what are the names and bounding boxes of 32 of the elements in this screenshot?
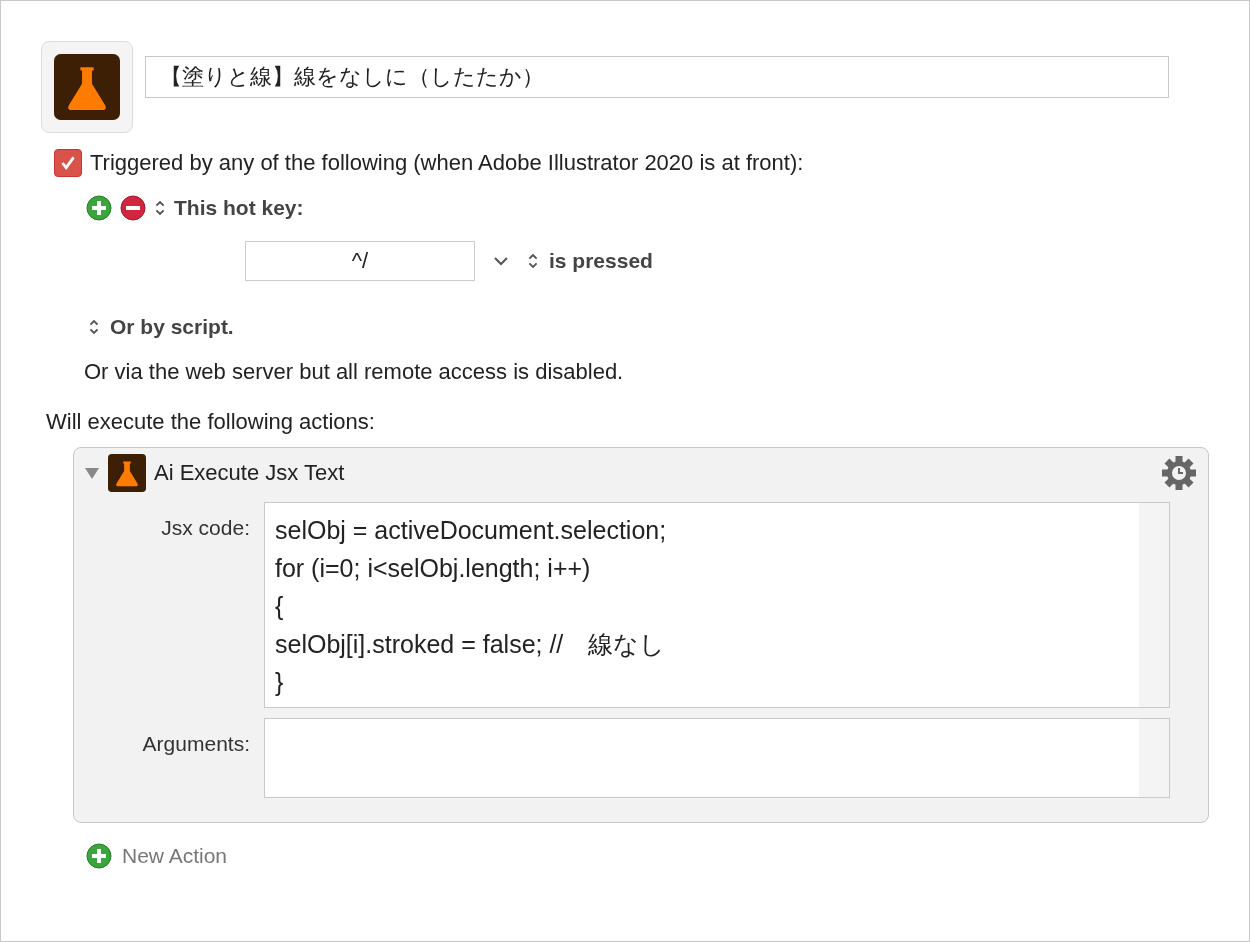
flask-icon bbox=[54, 54, 120, 120]
code-label: Jsx code: bbox=[160, 515, 250, 541]
code-editor[interactable]: selObj = activeDocument.selection; for (i=0; i<selObj.length; i++) { selObj[i].stroked = false; // 線なし } bbox=[264, 502, 1170, 708]
trigger-checkbox[interactable] bbox=[54, 149, 82, 177]
hot-key-field[interactable]: ^/ bbox=[245, 241, 475, 281]
add-icon[interactable] bbox=[86, 195, 112, 221]
code-line: selObj[i].stroked = false; // 線なし bbox=[275, 629, 667, 660]
arguments-field[interactable] bbox=[264, 718, 1170, 798]
code-line: selObj = activeDocument.selection; bbox=[275, 515, 668, 546]
remove-icon[interactable] bbox=[120, 195, 146, 221]
trigger-label: Triggered by any of the following (when Adobe Illustrator 2020 is at front): bbox=[90, 150, 804, 176]
stepper-icon[interactable] bbox=[88, 317, 100, 337]
code-line: { bbox=[275, 591, 285, 622]
code-line: } bbox=[275, 667, 285, 698]
actions-heading: Will execute the following actions: bbox=[45, 408, 376, 435]
flask-icon bbox=[108, 454, 146, 492]
stepper-icon[interactable] bbox=[527, 251, 539, 271]
web-server-note: Or via the web server but all remote access is disabled. bbox=[83, 358, 625, 385]
key-condition-label[interactable]: is pressed bbox=[549, 249, 653, 273]
disclosure-triangle-icon[interactable] bbox=[84, 466, 100, 480]
new-action-link[interactable]: New Action bbox=[122, 844, 228, 868]
gear-icon[interactable] bbox=[1160, 454, 1198, 492]
macro-icon-well[interactable] bbox=[41, 41, 133, 133]
trigger-type-label[interactable]: This hot key: bbox=[174, 196, 304, 220]
chevron-down-icon[interactable] bbox=[493, 256, 509, 266]
arguments-label: Arguments: bbox=[141, 731, 250, 757]
add-icon[interactable] bbox=[86, 843, 112, 869]
script-trigger-label[interactable]: Or by script. bbox=[110, 315, 234, 339]
code-line: for (i=0; i<selObj.length; i++) bbox=[275, 553, 592, 584]
macro-name-field[interactable]: 【塗りと線】線をなしに（したたか） bbox=[145, 56, 1169, 98]
stepper-icon[interactable] bbox=[154, 198, 166, 218]
action-title: Ai Execute Jsx Text bbox=[154, 460, 346, 486]
